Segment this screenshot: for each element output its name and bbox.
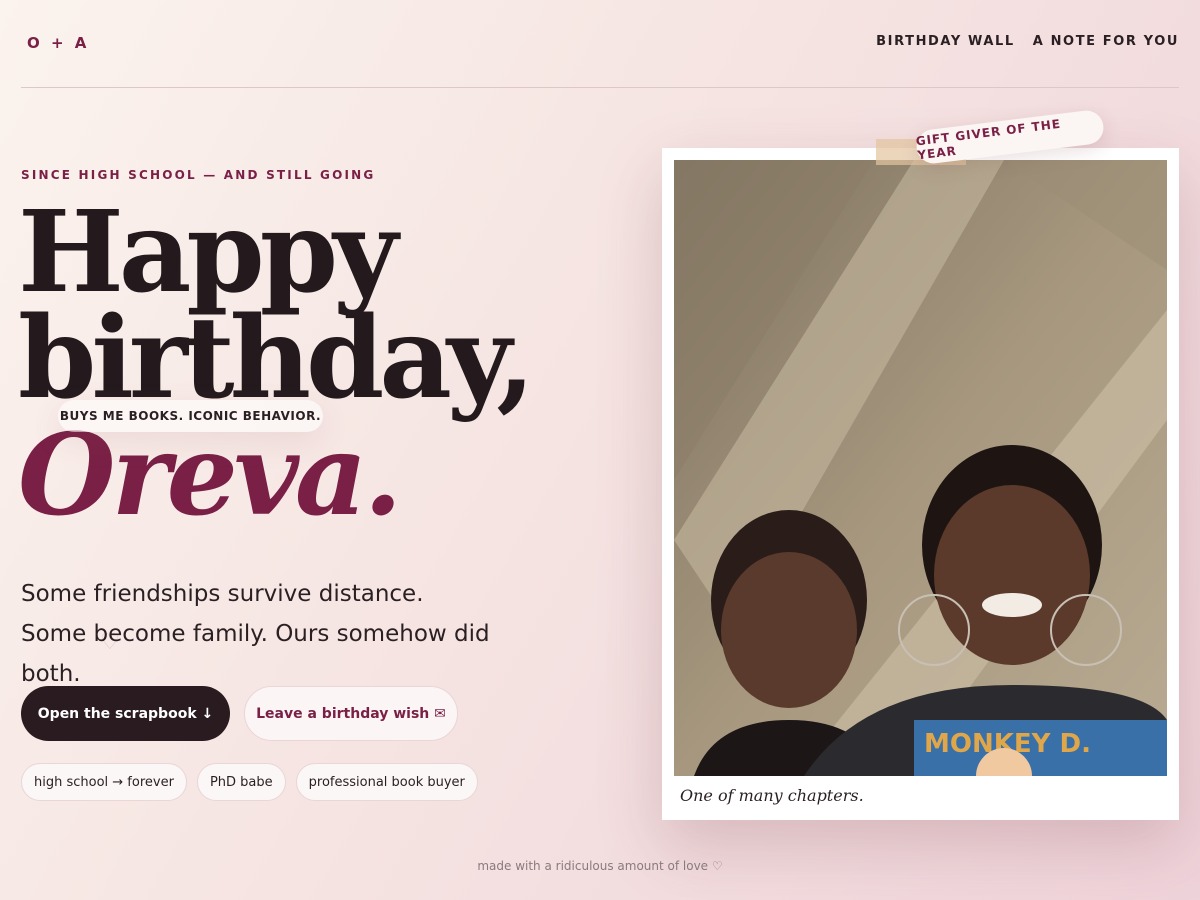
hero-lede: Some friendships survive distance. Some …	[21, 581, 490, 687]
top-nav: O + A BIRTHDAY WALL A NOTE FOR YOU	[21, 0, 1179, 88]
hero-eyebrow: SINCE HIGH SCHOOL — AND STILL GOING	[21, 168, 376, 182]
friends-photo: MONKEY D.	[674, 160, 1167, 776]
hero-title-line-1: Happy	[18, 187, 398, 318]
nav-link-note-for-you[interactable]: A NOTE FOR YOU	[1033, 34, 1179, 49]
photo-caption: One of many chapters.	[680, 786, 864, 805]
brand-logo[interactable]: O + A	[27, 34, 89, 52]
nav-link-birthday-wall[interactable]: BIRTHDAY WALL	[876, 34, 1015, 49]
chip-phd: PhD babe	[196, 763, 286, 801]
nav-links: BIRTHDAY WALL A NOTE FOR YOU	[876, 34, 1179, 49]
chip-high-school: high school → forever	[21, 763, 187, 801]
polaroid-card: MONKEY D. One of many chapters.	[662, 148, 1179, 820]
open-scrapbook-button[interactable]: Open the scrapbook ↓	[21, 686, 230, 741]
hero-name: Oreva.	[18, 409, 402, 541]
footer-note: made with a ridiculous amount of love ♡	[477, 859, 723, 873]
photo-illustration: MONKEY D.	[674, 160, 1167, 776]
hero-title-line-2: birthday,	[18, 293, 535, 425]
tag-chips: high school → forever PhD babe professio…	[21, 763, 478, 801]
chip-book-buyer: professional book buyer	[295, 763, 478, 801]
hero-title: Happy birthday, Oreva.	[18, 187, 535, 541]
leave-wish-button[interactable]: Leave a birthday wish ✉	[244, 686, 458, 741]
books-sticker: BUYS ME BOOKS. ICONIC BEHAVIOR.	[58, 400, 323, 432]
